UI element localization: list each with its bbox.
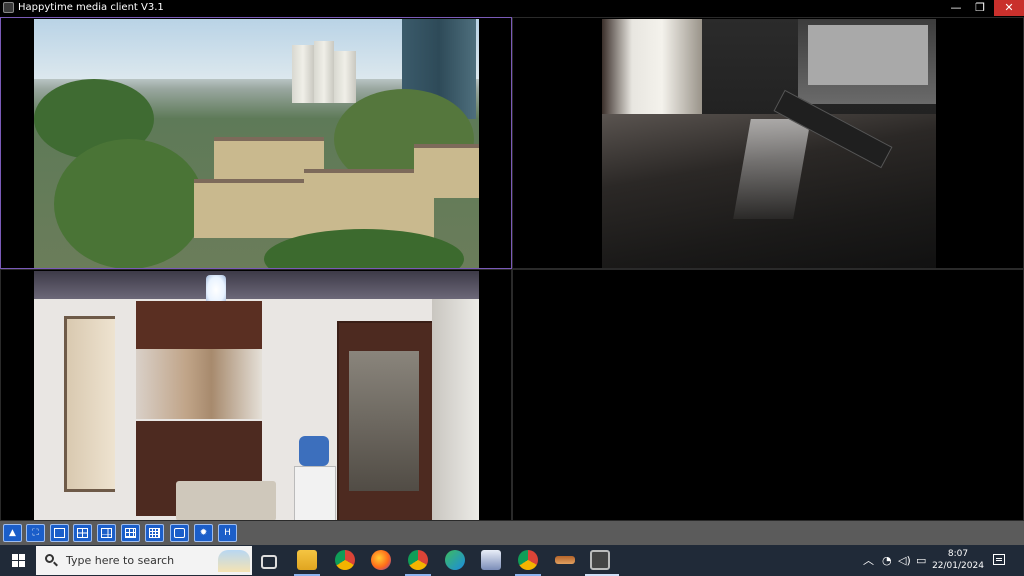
notification-icon[interactable] (993, 554, 1005, 565)
room-feed (34, 271, 479, 520)
volume-icon[interactable]: ◁) (898, 545, 911, 576)
chair (176, 481, 276, 520)
desk-feed (602, 19, 936, 268)
water-dispenser (294, 466, 336, 520)
layout-4-icon (77, 528, 88, 538)
edge-icon[interactable] (445, 550, 465, 570)
layout-4-button[interactable] (73, 524, 92, 542)
start-button[interactable] (0, 545, 36, 576)
video-cell-2[interactable] (512, 17, 1024, 269)
network-icon[interactable]: ◔ (882, 545, 892, 576)
video-cell-1[interactable] (0, 17, 512, 269)
clock[interactable]: 8:07 22/01/2024 (930, 548, 986, 572)
clock-time: 8:07 (947, 549, 969, 559)
snapshot-button[interactable]: ▲ (3, 524, 22, 542)
chrome-profile-icon[interactable] (408, 550, 428, 570)
media-client-icon[interactable] (590, 550, 610, 570)
door (64, 316, 115, 492)
firefox-icon[interactable] (371, 550, 391, 570)
layout-6-icon (101, 528, 112, 538)
chrome-icon[interactable] (335, 550, 355, 570)
close-button[interactable]: ✕ (994, 0, 1024, 16)
video-grid (0, 17, 1024, 521)
toolbar: ▲ ⛶ ✹ H (0, 521, 1024, 545)
layout-6-button[interactable] (97, 524, 116, 542)
chrome-alt-icon[interactable] (518, 550, 538, 570)
layout-16-icon (149, 528, 160, 538)
battery-icon[interactable]: ▭ (916, 545, 926, 576)
fullscreen-button[interactable]: ⛶ (26, 524, 45, 542)
app-logo-icon (3, 2, 14, 13)
record-icon (174, 528, 185, 538)
settings-button[interactable]: ✹ (194, 524, 213, 542)
search-highlight-image (218, 550, 250, 572)
windows-logo-icon (12, 554, 18, 560)
layout-1-icon (54, 528, 65, 538)
minimize-button[interactable]: — (944, 0, 968, 16)
video-cell-4[interactable] (512, 269, 1024, 521)
layout-16-button[interactable] (145, 524, 164, 542)
restore-button[interactable]: ❐ (968, 0, 992, 16)
title-bar: Happytime media client V3.1 — ❐ ✕ (0, 0, 1024, 16)
layout-1-button[interactable] (50, 524, 69, 542)
chevron-up-icon[interactable]: ︿ (863, 545, 874, 576)
taskbar: Type here to search ︿ ◔ ◁) ▭ 8:07 22/01/… (0, 545, 1024, 576)
search-box[interactable]: Type here to search (36, 546, 252, 575)
search-placeholder: Type here to search (66, 554, 175, 567)
help-button[interactable]: H (218, 524, 237, 542)
window-title: Happytime media client V3.1 (18, 2, 164, 13)
task-view-icon[interactable] (261, 555, 277, 569)
clock-date: 22/01/2024 (932, 561, 984, 571)
layout-9-icon (125, 528, 136, 538)
file-explorer-icon[interactable] (297, 550, 317, 570)
water-bottle (299, 436, 329, 466)
app-icon[interactable] (481, 550, 501, 570)
search-icon (45, 554, 54, 563)
record-button[interactable] (170, 524, 189, 542)
city-view-feed (34, 19, 479, 268)
game-icon[interactable] (555, 556, 575, 564)
video-cell-3[interactable] (0, 269, 512, 521)
layout-9-button[interactable] (121, 524, 140, 542)
